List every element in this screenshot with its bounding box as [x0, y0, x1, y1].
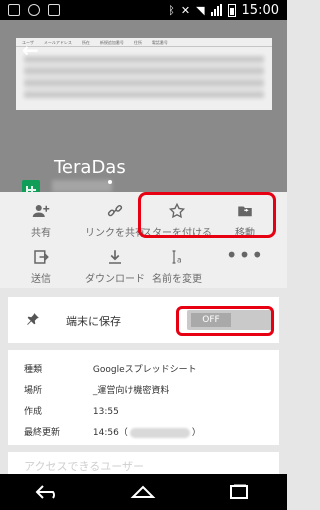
- notification-icons: [0, 4, 60, 16]
- offline-label: 端末に保存: [66, 315, 121, 328]
- detail-row-modified: 最終更新 14:56（ ）: [24, 425, 201, 438]
- screen: ᛒ ✕ ◥ 15:00 ユーザ メールアドレス 所在 新規追加番号 住所 電話番…: [0, 0, 287, 510]
- back-nav-icon: [35, 485, 55, 499]
- rename-button[interactable]: a 名前を変更: [142, 248, 212, 285]
- mute-icon: ✕: [180, 3, 191, 17]
- recents-nav-icon: [230, 484, 249, 499]
- header-cell: 新規追加番号: [99, 40, 124, 45]
- download-icon: [109, 250, 121, 264]
- pin-icon: [27, 313, 39, 325]
- details-card: 種類 Googleスプレッドシート 場所 _運営向け機密資料 作成 13:55 …: [8, 350, 279, 445]
- more-options-button[interactable]: •••: [210, 243, 280, 270]
- download-button[interactable]: ダウンロード: [80, 248, 150, 285]
- blurred-content: [24, 56, 264, 98]
- header-cell: 電話番号: [151, 40, 168, 45]
- detail-row-created: 作成 13:55: [24, 404, 119, 417]
- header-cell: メールアドレス: [43, 40, 72, 45]
- navigation-bar: [0, 474, 287, 510]
- detail-suffix: ）: [191, 428, 201, 438]
- detail-value: Googleスプレッドシート: [92, 365, 197, 375]
- wifi-icon: ◥: [196, 3, 205, 17]
- home-button[interactable]: [123, 479, 163, 505]
- signal-icon: [210, 4, 222, 16]
- send-label: 送信: [31, 274, 51, 285]
- header-cell: 住所: [133, 40, 142, 45]
- header-cell: 所在: [81, 40, 90, 45]
- more-icon: •••: [225, 243, 265, 267]
- highlight-box: [176, 306, 274, 336]
- rename-icon: a: [172, 250, 182, 264]
- system-icons: ᛒ ✕ ◥ 15:00: [168, 3, 287, 18]
- highlight-box: [138, 192, 276, 238]
- home-nav-icon: [131, 485, 156, 498]
- app-icon: [28, 4, 40, 16]
- share-label: 共有: [31, 228, 51, 239]
- send-icon: [34, 250, 49, 264]
- back-button[interactable]: [28, 479, 68, 505]
- file-preview[interactable]: ユーザ メールアドレス 所在 新規追加番号 住所 電話番号 ← TeraDas: [0, 20, 287, 192]
- detail-label: 作成: [24, 407, 43, 417]
- detail-label: 種類: [24, 365, 43, 375]
- detail-row-type: 種類 Googleスプレッドシート: [24, 362, 197, 375]
- title-dot: [108, 180, 112, 184]
- file-title: TeraDas: [54, 157, 126, 178]
- detail-value: 13:55: [92, 407, 119, 417]
- share-button[interactable]: 共有: [6, 202, 76, 239]
- person-add-icon: [32, 205, 50, 217]
- blurred-title: [52, 180, 112, 192]
- battery-icon: [227, 3, 236, 17]
- bluetooth-icon: ᛒ: [168, 3, 175, 17]
- detail-value: _運営向け機密資料: [92, 386, 170, 396]
- recents-button[interactable]: [219, 479, 259, 505]
- detail-label: 最終更新: [24, 428, 61, 438]
- spreadsheet-thumbnail: ユーザ メールアドレス 所在 新規追加番号 住所 電話番号: [16, 38, 272, 110]
- detail-row-location[interactable]: 場所 _運営向け機密資料: [24, 383, 169, 396]
- mail-icon: [8, 4, 20, 16]
- share-link-label: リンクを共有: [85, 228, 145, 239]
- image-icon: [48, 4, 60, 16]
- blurred-username: [129, 427, 190, 438]
- sheets-icon: [22, 180, 40, 192]
- rename-label: 名前を変更: [152, 274, 202, 285]
- access-title: アクセスできるユーザー: [24, 460, 145, 473]
- detail-label: 場所: [24, 386, 43, 396]
- back-arrow-icon[interactable]: ←: [22, 38, 39, 62]
- status-bar: ᛒ ✕ ◥ 15:00: [0, 0, 287, 20]
- status-time: 15:00: [241, 2, 279, 18]
- svg-text:a: a: [177, 255, 182, 264]
- detail-value: 14:56（: [92, 428, 128, 438]
- link-icon: [107, 204, 123, 217]
- download-label: ダウンロード: [85, 274, 145, 285]
- send-button[interactable]: 送信: [6, 248, 76, 285]
- sheet-header-row: ユーザ メールアドレス 所在 新規追加番号 住所 電話番号: [16, 38, 272, 47]
